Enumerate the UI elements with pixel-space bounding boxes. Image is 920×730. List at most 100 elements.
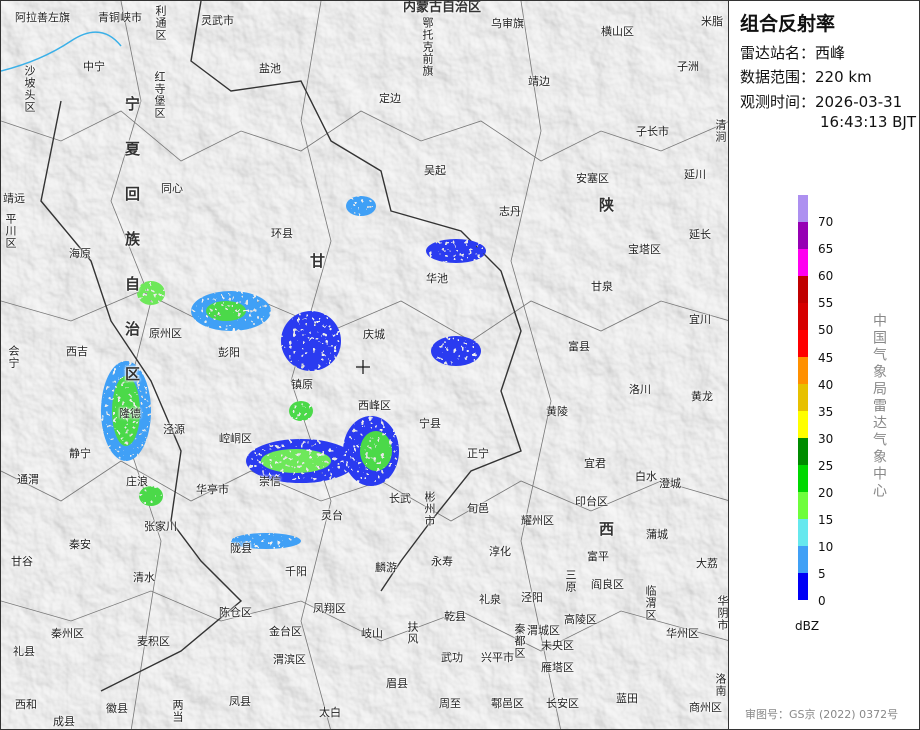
place-label: 印台区: [575, 495, 608, 508]
place-label: 彭阳: [218, 346, 240, 359]
place-label: 泾源: [163, 423, 185, 436]
place-label: 陇县: [230, 542, 252, 555]
place-label: 扶风: [406, 621, 419, 645]
legend-swatch: [798, 519, 808, 546]
place-label: 渭滨区: [273, 653, 306, 666]
legend-tick: 10: [818, 540, 834, 555]
place-label: 秦州区: [51, 627, 84, 640]
radar-map[interactable]: 宁 夏 回 族 自 治 区 甘 陕 西 内蒙古自治区 阿拉善左旗 青铜峡市 利通区灵…: [0, 0, 729, 730]
place-label: 庆城: [363, 328, 385, 341]
place-label: 沙坡头区: [23, 65, 36, 113]
date-value: 2026-03-31: [815, 93, 903, 111]
range-value: 220 km: [815, 68, 872, 86]
place-label: 安塞区: [576, 172, 609, 185]
legend-swatch: [798, 492, 808, 519]
place-label: 甘谷: [11, 555, 33, 568]
place-label: 秦安: [69, 538, 91, 551]
place-label: 洛川: [629, 383, 651, 396]
legend-tick: 30: [818, 431, 834, 446]
place-label: 会宁: [7, 345, 20, 369]
place-label: 镇原: [291, 378, 313, 391]
place-label: 平川区: [4, 213, 17, 249]
place-label: 同心: [161, 182, 183, 195]
place-label: 千阳: [285, 565, 307, 578]
place-label: 靖远: [3, 192, 25, 205]
place-label: 岐山: [361, 627, 383, 640]
place-label: 兴平市: [481, 651, 514, 664]
place-label: 富平: [587, 550, 609, 563]
place-label: 西峰区: [358, 399, 391, 412]
station-value: 西峰: [815, 44, 846, 62]
legend-tick: 20: [818, 486, 834, 500]
legend-tick: 0: [818, 594, 826, 609]
color-legend: 70 65 60 55 50 45 40 35 30 25 20 15 10 5 0: [798, 195, 833, 608]
legend-swatch: [798, 384, 808, 411]
legend-tick: 5: [818, 567, 826, 582]
place-label: 黄龙: [691, 390, 713, 403]
place-label: 富县: [568, 340, 590, 353]
place-label: 中宁: [83, 60, 105, 73]
place-label: 志丹: [499, 205, 521, 218]
place-label: 利通区: [154, 5, 167, 41]
legend-swatch: [798, 222, 808, 249]
province-label: 甘: [310, 252, 326, 270]
place-label: 眉县: [386, 677, 408, 690]
place-label: 凤翔区: [313, 602, 346, 615]
place-label: 定边: [379, 92, 401, 105]
place-label: 崆峒区: [219, 432, 252, 445]
place-label: 延长: [689, 228, 711, 241]
agency-label: 中国气象局雷达气象中心: [871, 313, 887, 500]
place-label: 大荔: [696, 557, 718, 570]
time-label: 观测时间：: [740, 93, 816, 111]
place-label: 泾阳: [521, 591, 543, 604]
approval-number: 审图号：GS京 (2022) 0372号: [745, 708, 899, 721]
place-label: 蒲城: [646, 528, 668, 541]
province-label: 陕: [599, 196, 615, 214]
place-label: 成县: [53, 715, 75, 728]
place-label: 礼县: [13, 645, 35, 658]
place-label: 灵台: [321, 509, 343, 522]
province-label: 内蒙古自治区: [403, 0, 482, 15]
place-label: 阿拉善左旗: [15, 11, 70, 24]
place-label: 乾县: [444, 610, 466, 623]
place-label: 横山区: [601, 25, 634, 38]
time-row: 观测时间：2026-03-31: [740, 92, 902, 112]
place-label: 永寿: [431, 555, 453, 568]
legend-tick: 35: [818, 404, 834, 419]
place-label: 静宁: [69, 447, 91, 460]
legend-swatch: [798, 546, 808, 573]
place-label: 周至: [439, 697, 461, 710]
legend-unit: dBZ: [795, 619, 820, 633]
place-label: 渭城区: [527, 624, 560, 637]
info-panel: 组合反射率 雷达站名：西峰 数据范围：220 km 观测时间：2026-03-3…: [729, 0, 920, 730]
legend-swatch: [798, 573, 808, 600]
legend-swatch: [798, 276, 808, 303]
legend-swatch: [798, 303, 808, 330]
province-label: 区: [125, 365, 141, 383]
place-label: 宜川: [689, 313, 711, 326]
place-label: 华池: [426, 272, 448, 285]
place-label: 青铜峡市: [98, 11, 142, 24]
place-label: 西和: [15, 698, 37, 711]
place-label: 耀州区: [521, 514, 554, 527]
place-label: 三原: [564, 569, 577, 593]
place-label: 礼泉: [479, 593, 501, 606]
place-label: 红寺堡区: [153, 71, 166, 119]
legend-swatch: [798, 195, 808, 222]
place-label: 宜君: [584, 457, 606, 470]
place-label: 庄浪: [126, 475, 148, 488]
legend-swatch: [798, 249, 808, 276]
range-row: 数据范围：220 km: [740, 67, 872, 87]
place-label: 乌审旗: [491, 17, 524, 30]
province-label: 族: [125, 230, 141, 248]
station-label: 雷达站名：: [740, 44, 816, 62]
province-label: 自: [125, 275, 141, 293]
place-label: 灵武市: [201, 14, 234, 27]
place-label: 长武: [389, 492, 411, 505]
place-label: 吴起: [424, 164, 446, 177]
terrain-background: [1, 1, 728, 729]
legend-tick: 15: [818, 513, 834, 528]
place-label: 原州区: [149, 327, 182, 340]
place-label: 太白: [319, 706, 341, 719]
place-label: 彬州市: [423, 491, 436, 527]
